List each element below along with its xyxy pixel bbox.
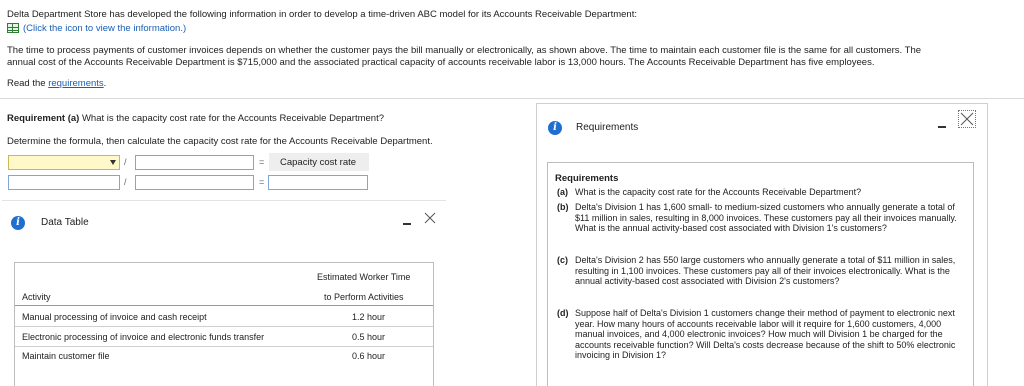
requirement-item: (c) Delta's Division 2 has 550 large cus…: [557, 255, 971, 299]
intro-line: Delta Department Store has developed the…: [7, 9, 637, 20]
header-activity: Activity: [22, 292, 51, 302]
row-divider: [15, 346, 433, 347]
requirement-text: What is the capacity cost rate for the A…: [575, 187, 862, 197]
divisor-input-1[interactable]: [135, 155, 254, 170]
formula-select[interactable]: [8, 155, 120, 170]
row-divider: [15, 326, 433, 327]
close-icon[interactable]: [958, 110, 976, 128]
requirements-heading: Requirements: [555, 173, 619, 184]
divisor-input-2[interactable]: [135, 175, 254, 190]
result-label-box: Capacity cost rate: [269, 153, 369, 171]
equals-symbol: =: [259, 177, 265, 187]
equals-symbol: =: [259, 157, 265, 167]
requirement-tag: (a): [557, 187, 568, 197]
requirement-tag: (d): [557, 308, 569, 318]
minimize-icon[interactable]: [938, 126, 946, 128]
requirement-text: Suppose half of Delta's Division 1 custo…: [575, 308, 956, 360]
intro-paragraph-line-1: The time to process payments of customer…: [7, 45, 922, 56]
minimize-icon[interactable]: [403, 223, 411, 225]
info-icon: i: [548, 121, 562, 135]
info-icon: i: [11, 216, 25, 230]
capacity-cost-rate-label: Capacity cost rate: [280, 157, 357, 168]
table-row-activity: Manual processing of invoice and cash re…: [22, 312, 207, 322]
result-input[interactable]: [268, 175, 368, 190]
requirement-item: (b) Delta's Division 1 has 1,600 small- …: [557, 202, 971, 246]
table-row-time: 0.5 hour: [352, 332, 386, 342]
table-row-activity: Electronic processing of invoice and ele…: [22, 332, 265, 342]
intro-paragraph-line-2: annual cost of the Accounts Receivable D…: [7, 57, 875, 68]
header-divider: [15, 305, 433, 306]
table-row-time: 0.6 hour: [352, 351, 386, 361]
requirement-item: (d) Suppose half of Delta's Division 1 c…: [557, 308, 971, 364]
read-prefix: Read the: [7, 78, 49, 89]
divider: [0, 98, 1024, 99]
divide-symbol: /: [124, 177, 127, 187]
requirement-text: Delta's Division 2 has 550 large custome…: [575, 255, 956, 286]
data-table: Estimated Worker Time to Perform Activit…: [14, 262, 434, 386]
header-to-perform-activities: to Perform Activities: [324, 292, 404, 302]
requirement-item: (a) What is the capacity cost rate for t…: [557, 187, 971, 199]
requirement-text: Delta's Division 1 has 1,600 small- to m…: [575, 202, 957, 233]
requirement-a-label: Requirement (a): [7, 113, 80, 124]
table-row-time: 1.2 hour: [352, 312, 386, 322]
read-suffix: .: [103, 78, 107, 89]
requirements-link[interactable]: requirements: [48, 78, 103, 89]
instruction-text: Determine the formula, then calculate th…: [7, 136, 433, 147]
data-table-title: Data Table: [41, 217, 89, 228]
view-information-link[interactable]: (Click the icon to view the information.…: [23, 23, 186, 34]
divide-symbol: /: [124, 157, 127, 167]
requirement-tag: (c): [557, 255, 568, 265]
info-table-icon[interactable]: [7, 23, 19, 33]
table-row-activity: Maintain customer file: [22, 351, 110, 361]
requirement-tag: (b): [557, 202, 569, 212]
select-arrow-icon: [110, 160, 116, 165]
header-estimated-worker-time: Estimated Worker Time: [317, 272, 411, 282]
read-requirements-line: Read the requirements.: [7, 78, 106, 89]
requirements-panel-title: Requirements: [576, 122, 639, 133]
requirements-box: Requirements (a) What is the capacity co…: [547, 162, 974, 386]
close-icon[interactable]: [423, 211, 437, 225]
requirement-a-text: What is the capacity cost rate for the A…: [79, 113, 385, 124]
requirement-a-question: Requirement (a) What is the capacity cos…: [7, 113, 384, 124]
numerator-input[interactable]: [8, 175, 120, 190]
